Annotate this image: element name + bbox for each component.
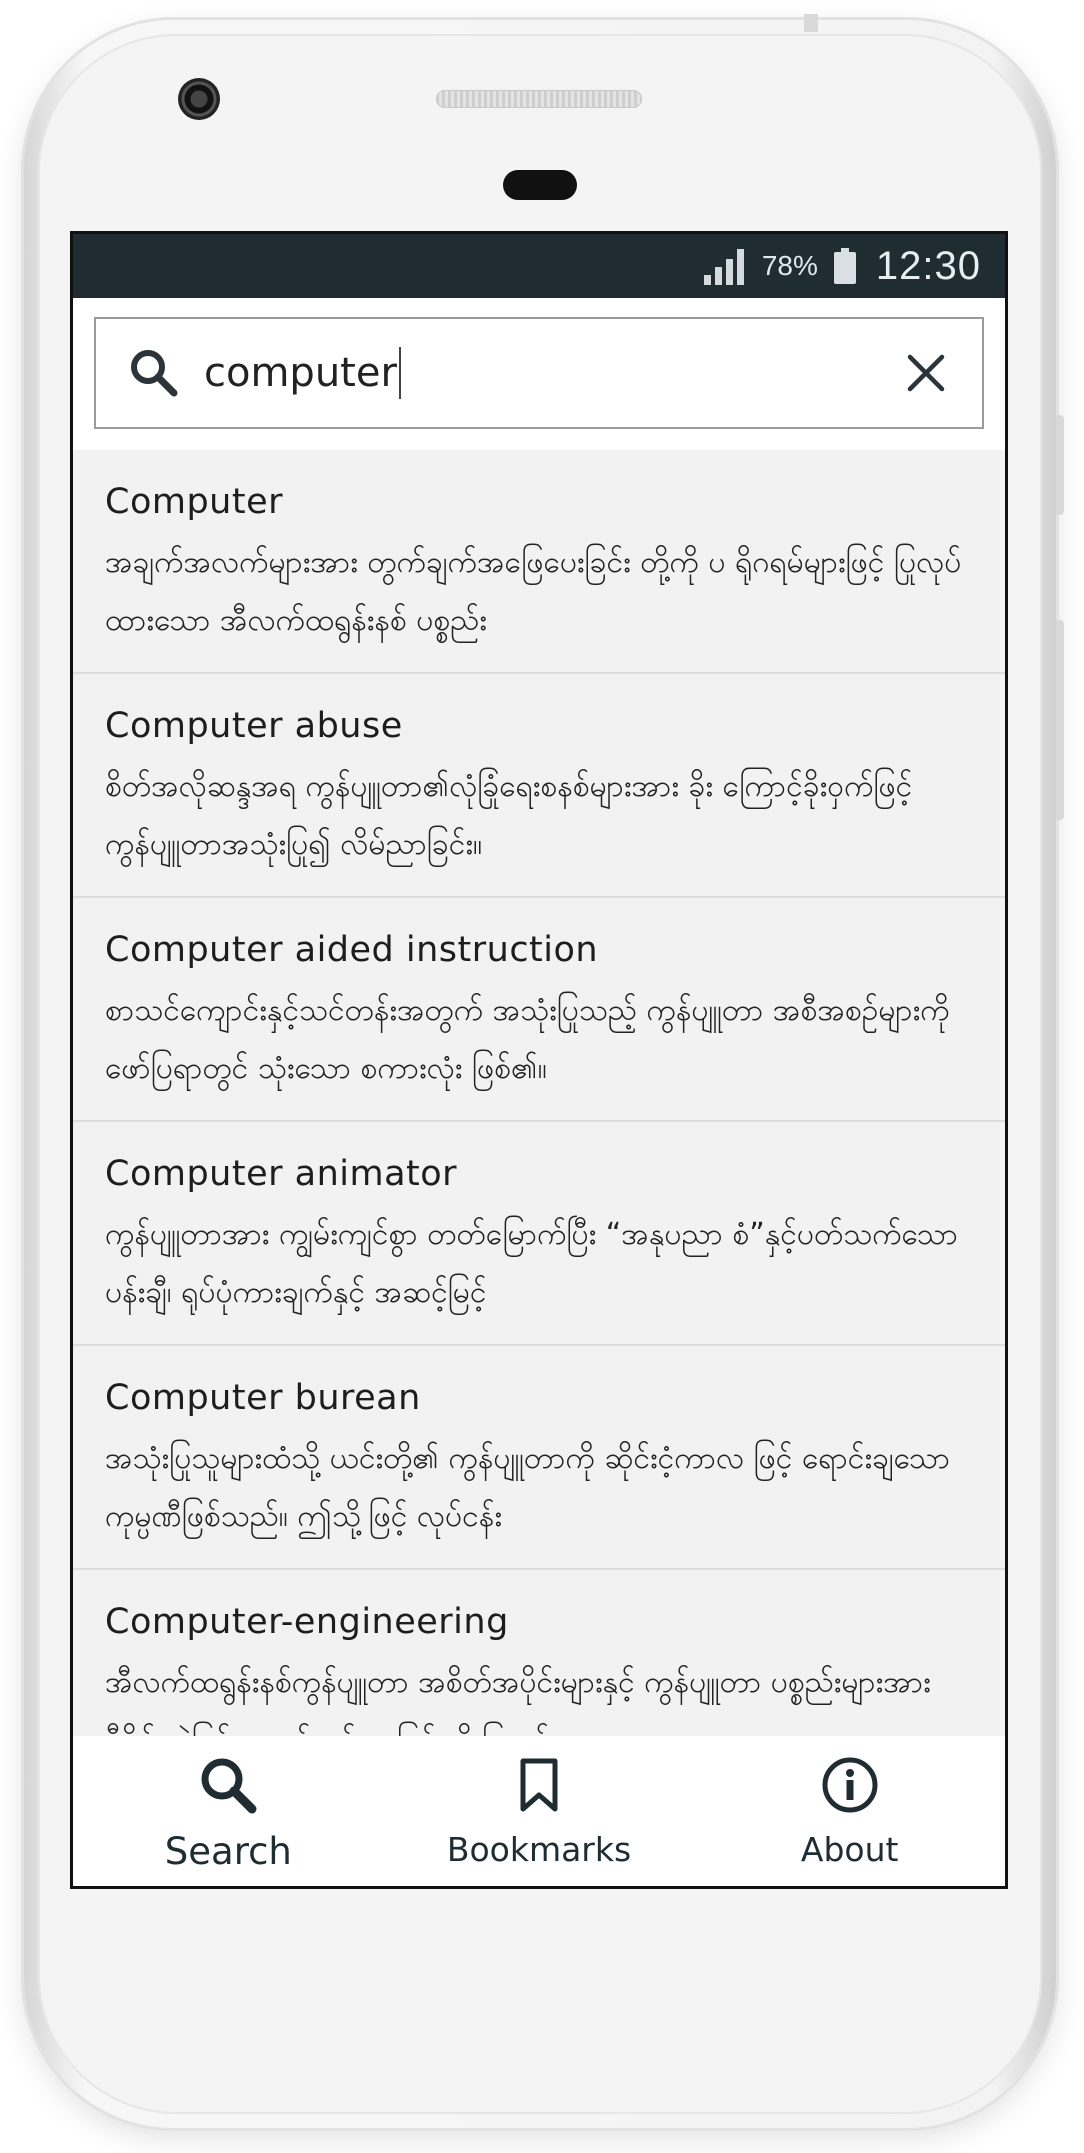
bottom-navigation: Search Bookmarks About [73,1736,1005,1886]
phone-top-button [804,14,818,32]
status-indicators: 78% 12:30 [703,234,981,298]
results-list[interactable]: Computer အချက်အလက်များအား တွက်ချက်အဖြေပေ… [73,450,1005,1760]
result-word: Computer-engineering [105,1602,509,1642]
bookmark-icon [517,1750,561,1820]
result-item[interactable]: Computer animator ကွန်ပျူတာအား ကျွမ်းကျင… [73,1122,1005,1346]
result-definition: စာသင်ကျောင်းနှင့်သင်တန်းအတွက် အသုံးပြုသည… [105,993,950,1086]
status-time: 12:30 [875,243,981,288]
result-definition: ကွန်ပျူတာအား ကျွမ်းကျင်စွာ တတ်မြောက်ပြီး… [105,1217,959,1310]
nav-bookmarks-tab[interactable]: Bookmarks [384,1736,695,1886]
result-item[interactable]: Computer abuse စိတ်အလိုဆန္ဒအရ ကွန်ပျူတာ၏… [73,674,1005,898]
result-definition: အချက်အလက်များအား တွက်ချက်အဖြေပေးခြင်း တိ… [105,545,962,638]
nav-search-tab[interactable]: Search [73,1736,384,1886]
search-area: computer [73,298,1005,450]
battery-icon [833,248,856,284]
nav-about-tab[interactable]: About [694,1736,1005,1886]
app-screen: 78% 12:30 computer Computer အချက်အလက်မျာ… [70,231,1008,1889]
search-input[interactable]: computer [204,343,896,403]
result-item[interactable]: Computer burean အသုံးပြုသူများထံသို့ ယင်… [73,1346,1005,1570]
close-icon [907,354,945,392]
search-icon [126,345,182,401]
info-icon [820,1750,880,1820]
result-word: Computer burean [105,1378,421,1418]
result-word: Computer animator [105,1154,458,1194]
status-bar: 78% 12:30 [73,234,1005,298]
result-word: Computer abuse [105,706,403,746]
battery-percent: 78% [761,250,818,281]
result-item[interactable]: Computer-engineering အီလက်ထရွန်းနစ်ကွန်ပ… [73,1570,1005,1760]
earpiece-speaker [436,90,642,108]
result-definition: အသုံးပြုသူများထံသို့ ယင်းတို့၏ ကွန်ပျူတာ… [105,1441,951,1534]
nav-bookmarks-label: Bookmarks [446,1830,632,1869]
cell-signal-icon [703,247,744,285]
result-word: Computer aided instruction [105,930,599,970]
result-word: Computer [105,482,283,522]
search-query-text: computer [204,350,397,396]
front-camera [178,78,220,120]
result-item[interactable]: Computer aided instruction စာသင်ကျောင်းန… [73,898,1005,1122]
phone-volume-button [1056,620,1064,820]
nav-about-label: About [800,1830,899,1869]
clear-search-button[interactable] [896,343,956,403]
proximity-sensor [503,170,577,200]
text-caret [398,347,401,399]
search-icon [196,1750,260,1820]
result-definition: စိတ်အလိုဆန္ဒအရ ကွန်ပျူတာ၏လုံခြုံရေးစနစ်မ… [105,769,913,862]
nav-search-label: Search [164,1830,292,1873]
phone-side-button [1056,415,1064,515]
result-item[interactable]: Computer အချက်အလက်များအား တွက်ချက်အဖြေပေ… [73,450,1005,674]
search-box[interactable]: computer [94,317,984,429]
